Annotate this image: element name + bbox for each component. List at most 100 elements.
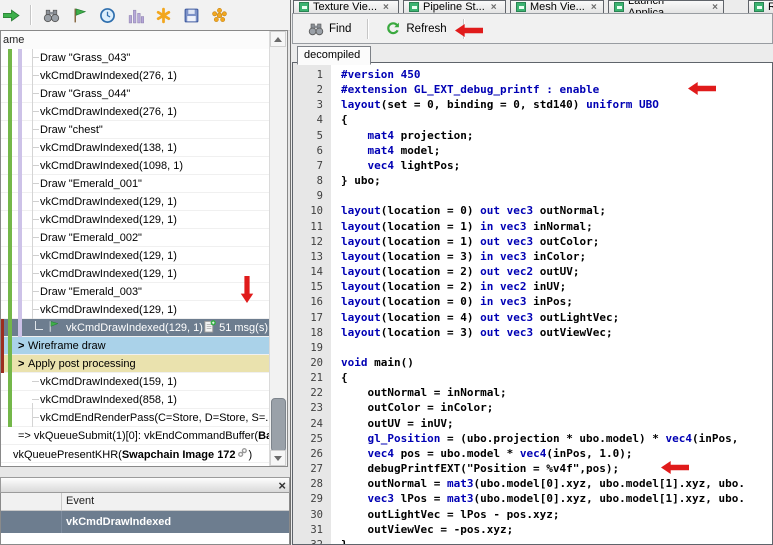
line-number: 23 bbox=[293, 401, 331, 416]
event-row-label: vkCmdDrawIndexed(858, 1) bbox=[40, 394, 177, 406]
resource-link-icon bbox=[237, 449, 248, 461]
event-row[interactable]: Draw "Emerald_001" bbox=[1, 175, 270, 193]
shader-code-editor[interactable]: 1#version 4502#extension GL_EXT_debug_pr… bbox=[292, 62, 773, 545]
event-row[interactable]: vkCmdDrawIndexed(129, 1) bbox=[1, 265, 270, 283]
event-row[interactable]: >Apply post processing bbox=[1, 355, 270, 373]
code-line[interactable]: 13layout(location = 3) in vec3 inColor; bbox=[293, 249, 772, 264]
line-number: 30 bbox=[293, 508, 331, 523]
dock-tab[interactable]: Mesh Vie...× bbox=[510, 0, 604, 13]
code-line[interactable]: 29 vec3 lPos = mat3(ubo.model[0].xyz, ub… bbox=[293, 491, 772, 506]
red-arrow-left-toolbar bbox=[455, 24, 483, 40]
code-text: layout(location = 2) out vec2 outUV; bbox=[331, 265, 579, 278]
event-row[interactable]: >Wireframe draw bbox=[1, 337, 270, 355]
code-line[interactable]: 22 outNormal = inNormal; bbox=[293, 385, 772, 400]
event-row[interactable]: Draw "Grass_044" bbox=[1, 85, 270, 103]
event-row[interactable]: Draw "Grass_043" bbox=[1, 49, 270, 67]
bookmark-flag-icon[interactable] bbox=[70, 6, 88, 24]
event-row[interactable]: vkCmdDrawIndexed(1098, 1) bbox=[1, 157, 270, 175]
event-row[interactable]: => vkQueueSubmit(1)[0]: vkEndCommandBuff… bbox=[1, 427, 270, 445]
event-row[interactable]: vkCmdDrawIndexed(129, 1) bbox=[1, 211, 270, 229]
event-row[interactable]: vkCmdDrawIndexed(129, 1) bbox=[1, 247, 270, 265]
close-icon[interactable]: × bbox=[591, 2, 597, 13]
code-line[interactable]: 6 mat4 model; bbox=[293, 143, 772, 158]
code-line[interactable]: 26 vec4 pos = ubo.model * vec4(inPos, 1.… bbox=[293, 446, 772, 461]
event-row[interactable]: vkCmdDrawIndexed(159, 1) bbox=[1, 373, 270, 391]
line-number: 20 bbox=[293, 356, 331, 371]
marker-bar-purple bbox=[18, 49, 22, 337]
code-line[interactable]: 16layout(location = 0) in vec3 inPos; bbox=[293, 294, 772, 309]
find-binoculars-icon[interactable] bbox=[42, 6, 60, 24]
code-line[interactable]: 25 gl_Position = (ubo.projection * ubo.m… bbox=[293, 431, 772, 446]
code-line[interactable]: 21{ bbox=[293, 370, 772, 385]
timer-clock-icon[interactable] bbox=[98, 6, 116, 24]
scroll-down-button[interactable] bbox=[270, 450, 286, 466]
code-line[interactable]: 19 bbox=[293, 340, 772, 355]
code-line[interactable]: 11layout(location = 1) in vec3 inNormal; bbox=[293, 219, 772, 234]
line-number: 24 bbox=[293, 417, 331, 432]
event-row[interactable]: vkCmdDrawIndexed(129, 1) bbox=[1, 193, 270, 211]
event-row[interactable]: vkCmdDrawIndexed(276, 1) bbox=[1, 103, 270, 121]
tab-decompiled[interactable]: decompiled bbox=[297, 46, 371, 65]
highlight-asterisk-icon[interactable] bbox=[154, 6, 172, 24]
scroll-thumb[interactable] bbox=[271, 398, 286, 452]
event-tree-scrollbar[interactable] bbox=[269, 31, 287, 466]
code-line[interactable]: 17layout(location = 4) out vec3 outLight… bbox=[293, 310, 772, 325]
event-row-label: Apply post processing bbox=[28, 358, 136, 370]
code-line[interactable]: 8} ubo; bbox=[293, 173, 772, 188]
event-row-label: Draw "Grass_043" bbox=[40, 52, 130, 64]
code-line[interactable]: 12layout(location = 1) out vec3 outColor… bbox=[293, 234, 772, 249]
event-row[interactable]: Draw "Emerald_003" bbox=[1, 283, 270, 301]
event-row[interactable]: vkCmdDrawIndexed(129, 1) bbox=[1, 301, 270, 319]
code-text: layout(location = 0) in vec3 inPos; bbox=[331, 295, 573, 308]
refresh-button[interactable]: Refresh bbox=[378, 18, 453, 40]
code-line[interactable]: 3layout(set = 0, binding = 0, std140) un… bbox=[293, 97, 772, 112]
close-icon[interactable]: × bbox=[278, 478, 286, 493]
event-row[interactable]: Draw "Emerald_002" bbox=[1, 229, 270, 247]
code-line[interactable]: 30 outLightVec = lPos - pos.xyz; bbox=[293, 507, 772, 522]
code-line[interactable]: 20void main() bbox=[293, 355, 772, 370]
dock-tab[interactable]: Pipeline St...× bbox=[403, 0, 506, 13]
code-line[interactable]: 1#version 450 bbox=[293, 67, 772, 82]
dock-tab[interactable]: Res... bbox=[748, 0, 773, 13]
dock-tab[interactable]: Texture Vie...× bbox=[293, 0, 399, 13]
code-line[interactable]: 10layout(location = 0) out vec3 outNorma… bbox=[293, 203, 772, 218]
event-tree: Draw "Grass_043" vkCmdDrawIndexed(276, 1)… bbox=[1, 49, 270, 466]
scroll-up-button[interactable] bbox=[270, 31, 286, 47]
event-row[interactable]: vkCmdDrawIndexed(129, 1)51 msg(s) bbox=[1, 319, 270, 337]
code-line[interactable]: 5 mat4 projection; bbox=[293, 128, 772, 143]
event-row[interactable]: vkQueuePresentKHR(Swapchain Image 172) bbox=[1, 445, 270, 463]
code-line[interactable]: 15layout(location = 2) in vec2 inUV; bbox=[293, 279, 772, 294]
code-line[interactable]: 14layout(location = 2) out vec2 outUV; bbox=[293, 264, 772, 279]
save-floppy-icon[interactable] bbox=[182, 6, 200, 24]
line-number: 18 bbox=[293, 326, 331, 341]
statistics-bars-icon[interactable] bbox=[126, 6, 144, 24]
code-line[interactable]: 24 outUV = inUV; bbox=[293, 416, 772, 431]
close-icon[interactable]: × bbox=[383, 2, 389, 13]
line-number: 3 bbox=[293, 98, 331, 113]
event-row[interactable]: vkCmdDrawIndexed(138, 1) bbox=[1, 139, 270, 157]
event-row[interactable]: vkCmdEndRenderPass(C=Store, D=Store, S=.… bbox=[1, 409, 270, 427]
code-line[interactable]: 7 vec4 lightPos; bbox=[293, 158, 772, 173]
toolbar-separator bbox=[367, 19, 369, 39]
goto-event-arrow-icon[interactable] bbox=[2, 6, 20, 24]
find-button[interactable]: Find bbox=[301, 18, 358, 40]
code-line[interactable]: 18layout(location = 3) out vec3 outViewV… bbox=[293, 325, 772, 340]
code-line[interactable]: 4{ bbox=[293, 112, 772, 127]
extensions-plugin-icon[interactable] bbox=[210, 6, 228, 24]
event-row[interactable]: vkCmdDrawIndexed(858, 1) bbox=[1, 391, 270, 409]
event-row[interactable]: Draw "chest" bbox=[1, 121, 270, 139]
code-line[interactable]: 28 outNormal = mat3(ubo.model[0].xyz, ub… bbox=[293, 476, 772, 491]
close-icon[interactable]: × bbox=[491, 2, 497, 13]
close-icon[interactable]: × bbox=[712, 2, 718, 13]
event-row-label: vkCmdEndRenderPass(C=Store, D=Store, S=.… bbox=[40, 412, 270, 424]
code-line[interactable]: 32} bbox=[293, 537, 772, 545]
code-line[interactable]: 27 debugPrintfEXT("Position = %v4f",pos)… bbox=[293, 461, 772, 476]
event-detail-selected-row[interactable]: vkCmdDrawIndexed bbox=[1, 511, 289, 533]
code-line[interactable]: 23 outColor = inColor; bbox=[293, 400, 772, 415]
dock-tab-bar: Texture Vie...× Pipeline St...× Mesh Vie..… bbox=[291, 0, 773, 13]
code-line[interactable]: 9 bbox=[293, 188, 772, 203]
code-line[interactable]: 31 outViewVec = -pos.xyz; bbox=[293, 522, 772, 537]
dock-tab-icon bbox=[299, 2, 309, 12]
dock-tab[interactable]: Launch Applica...× bbox=[608, 0, 724, 13]
event-row[interactable]: vkCmdDrawIndexed(276, 1) bbox=[1, 67, 270, 85]
